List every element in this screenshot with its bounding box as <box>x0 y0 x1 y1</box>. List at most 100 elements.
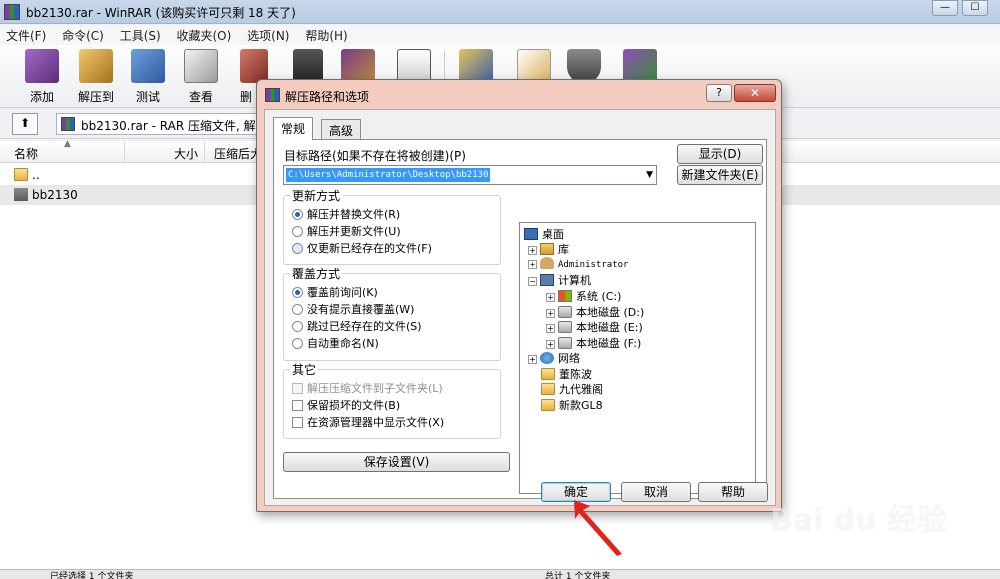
overwrite-mode-group: 覆盖方式 覆盖前询问(K) 没有提示直接覆盖(W) 跳过已经存在的文件(S) 自… <box>283 265 501 361</box>
collapse-icon[interactable]: − <box>528 277 537 286</box>
menu-bar: 文件(F) 命令(C) 工具(S) 收藏夹(O) 选项(N) 帮助(H) <box>0 25 1000 45</box>
tree-node-drive-f[interactable]: + 本地磁盘 (F:) <box>546 335 641 351</box>
tree-node-desktop[interactable]: 桌面 <box>524 226 564 242</box>
radio-extract-update[interactable]: 解压并更新文件(U) <box>292 223 401 239</box>
tree-node-drive-c[interactable]: + 系统 (C:) <box>546 288 621 304</box>
column-packed[interactable]: 压缩后大 <box>214 145 262 162</box>
radio-icon <box>292 243 303 254</box>
column-size[interactable]: 大小 <box>174 145 198 162</box>
tree-node-network[interactable]: + 网络 <box>528 350 580 366</box>
checkbox-keep-broken[interactable]: 保留损坏的文件(B) <box>292 397 400 413</box>
misc-group: 其它 解压压缩文件到子文件夹(L) 保留损坏的文件(B) 在资源管理器中显示文件… <box>283 361 501 439</box>
status-bar: 已经选择 1 个文件夹 总计 1 个文件夹 <box>0 569 1000 579</box>
test-icon <box>131 49 165 83</box>
repair-button[interactable] <box>450 49 502 83</box>
checkbox-extract-to-subfolder[interactable]: 解压压缩文件到子文件夹(L) <box>292 380 443 396</box>
test-button[interactable]: 测试 <box>122 49 174 105</box>
user-icon <box>540 257 554 269</box>
minimize-button[interactable]: — <box>932 0 958 16</box>
maximize-button[interactable]: ☐ <box>962 0 988 16</box>
expand-icon[interactable]: + <box>528 355 537 364</box>
expand-icon[interactable]: + <box>546 293 555 302</box>
tree-node-folder[interactable]: 董陈波 <box>541 366 592 382</box>
tree-node-library[interactable]: + 库 <box>528 241 569 257</box>
destination-path-combo[interactable]: C:\Users\Administrator\Desktop\bb2130 ▼ <box>283 165 657 185</box>
archive-path: bb2130.rar - RAR 压缩文件, 解包 <box>81 119 268 133</box>
expand-icon[interactable]: + <box>546 324 555 333</box>
chevron-down-icon[interactable]: ▼ <box>646 170 653 180</box>
protect-button[interactable] <box>558 49 610 83</box>
find-button[interactable] <box>282 49 334 83</box>
menu-commands[interactable]: 命令(C) <box>56 25 110 46</box>
show-button[interactable]: 显示(D) <box>677 144 763 164</box>
tab-advanced[interactable]: 高级 <box>321 119 362 139</box>
tab-general[interactable]: 常规 <box>273 117 314 140</box>
menu-options[interactable]: 选项(N) <box>241 25 295 46</box>
tree-node-folder[interactable]: 九代雅阁 <box>541 381 603 397</box>
expand-icon[interactable]: + <box>546 309 555 318</box>
radio-icon <box>292 287 303 298</box>
folder-tree[interactable]: 桌面 + 库 + Administrator − 计算机 + 系统 (C:) + 本地磁盘… <box>519 222 756 494</box>
extract-to-button[interactable]: 解压到 <box>70 49 122 105</box>
radio-fresh-existing[interactable]: 仅更新已经存在的文件(F) <box>292 240 432 256</box>
help-button[interactable]: 帮助 <box>698 482 768 502</box>
comment-icon <box>517 49 551 83</box>
menu-favorites[interactable]: 收藏夹(O) <box>171 25 238 46</box>
add-button[interactable]: 添加 <box>16 49 68 105</box>
sfx-icon <box>623 49 657 83</box>
new-folder-button[interactable]: 新建文件夹(E) <box>677 165 763 185</box>
ok-button[interactable]: 确定 <box>541 482 611 502</box>
radio-ask-before-overwrite[interactable]: 覆盖前询问(K) <box>292 284 378 300</box>
misc-title: 其它 <box>290 361 319 378</box>
info-button[interactable] <box>388 49 440 83</box>
save-settings-button[interactable]: 保存设置(V) <box>283 452 510 472</box>
local-disk-icon <box>558 306 572 318</box>
local-disk-icon <box>558 337 572 349</box>
protect-icon <box>567 49 601 83</box>
archive-path-box[interactable]: bb2130.rar - RAR 压缩文件, 解包 <box>56 113 286 135</box>
menu-tools[interactable]: 工具(S) <box>114 25 167 46</box>
column-divider[interactable] <box>124 141 125 163</box>
column-divider[interactable] <box>204 141 205 163</box>
dialog-close-button[interactable]: ✕ <box>734 84 776 102</box>
radio-icon <box>292 209 303 220</box>
rar-file-icon <box>61 117 75 131</box>
info-icon <box>397 49 431 83</box>
status-total: 总计 1 个文件夹 <box>545 572 611 579</box>
comment-button[interactable] <box>508 49 560 83</box>
desktop-icon <box>524 228 538 240</box>
checkbox-show-in-explorer[interactable]: 在资源管理器中显示文件(X) <box>292 414 444 430</box>
menu-file[interactable]: 文件(F) <box>0 25 52 46</box>
expand-icon[interactable]: + <box>528 260 537 269</box>
repair-icon <box>459 49 493 83</box>
destination-path-value: C:\Users\Administrator\Desktop\bb2130 <box>286 168 491 182</box>
dialog-title: 解压路径和选项 <box>285 90 370 104</box>
system-drive-icon <box>558 290 572 302</box>
view-button[interactable]: 查看 <box>175 49 227 105</box>
up-folder-button[interactable]: ⬆ <box>12 113 38 135</box>
expand-icon[interactable]: + <box>546 340 555 349</box>
tree-node-drive-d[interactable]: + 本地磁盘 (D:) <box>546 304 644 320</box>
column-name[interactable]: 名称 <box>14 145 38 162</box>
computer-icon <box>540 274 554 286</box>
radio-overwrite-without-prompt[interactable]: 没有提示直接覆盖(W) <box>292 301 414 317</box>
sfx-button[interactable] <box>614 49 666 83</box>
expand-icon[interactable]: + <box>528 246 537 255</box>
title-bar: bb2130.rar - WinRAR (该购买许可只剩 18 天了) — ☐ <box>0 0 1000 24</box>
radio-skip-existing[interactable]: 跳过已经存在的文件(S) <box>292 318 422 334</box>
dialog-help-button[interactable]: ? <box>706 84 732 102</box>
folder-icon <box>14 188 28 201</box>
view-icon <box>184 49 218 83</box>
tree-node-drive-e[interactable]: + 本地磁盘 (E:) <box>546 319 643 335</box>
wizard-button[interactable] <box>332 49 384 83</box>
window-title: bb2130.rar - WinRAR (该购买许可只剩 18 天了) <box>26 6 296 20</box>
radio-extract-replace[interactable]: 解压并替换文件(R) <box>292 206 400 222</box>
tree-node-computer[interactable]: − 计算机 <box>528 272 591 288</box>
cancel-button[interactable]: 取消 <box>621 482 691 502</box>
tree-node-folder[interactable]: 新款GL8 <box>541 397 603 413</box>
radio-auto-rename[interactable]: 自动重命名(N) <box>292 335 379 351</box>
sort-arrow-icon: ▲ <box>64 139 71 149</box>
tree-node-administrator[interactable]: + Administrator <box>528 257 628 270</box>
menu-help[interactable]: 帮助(H) <box>299 25 353 46</box>
winrar-icon <box>265 88 280 102</box>
